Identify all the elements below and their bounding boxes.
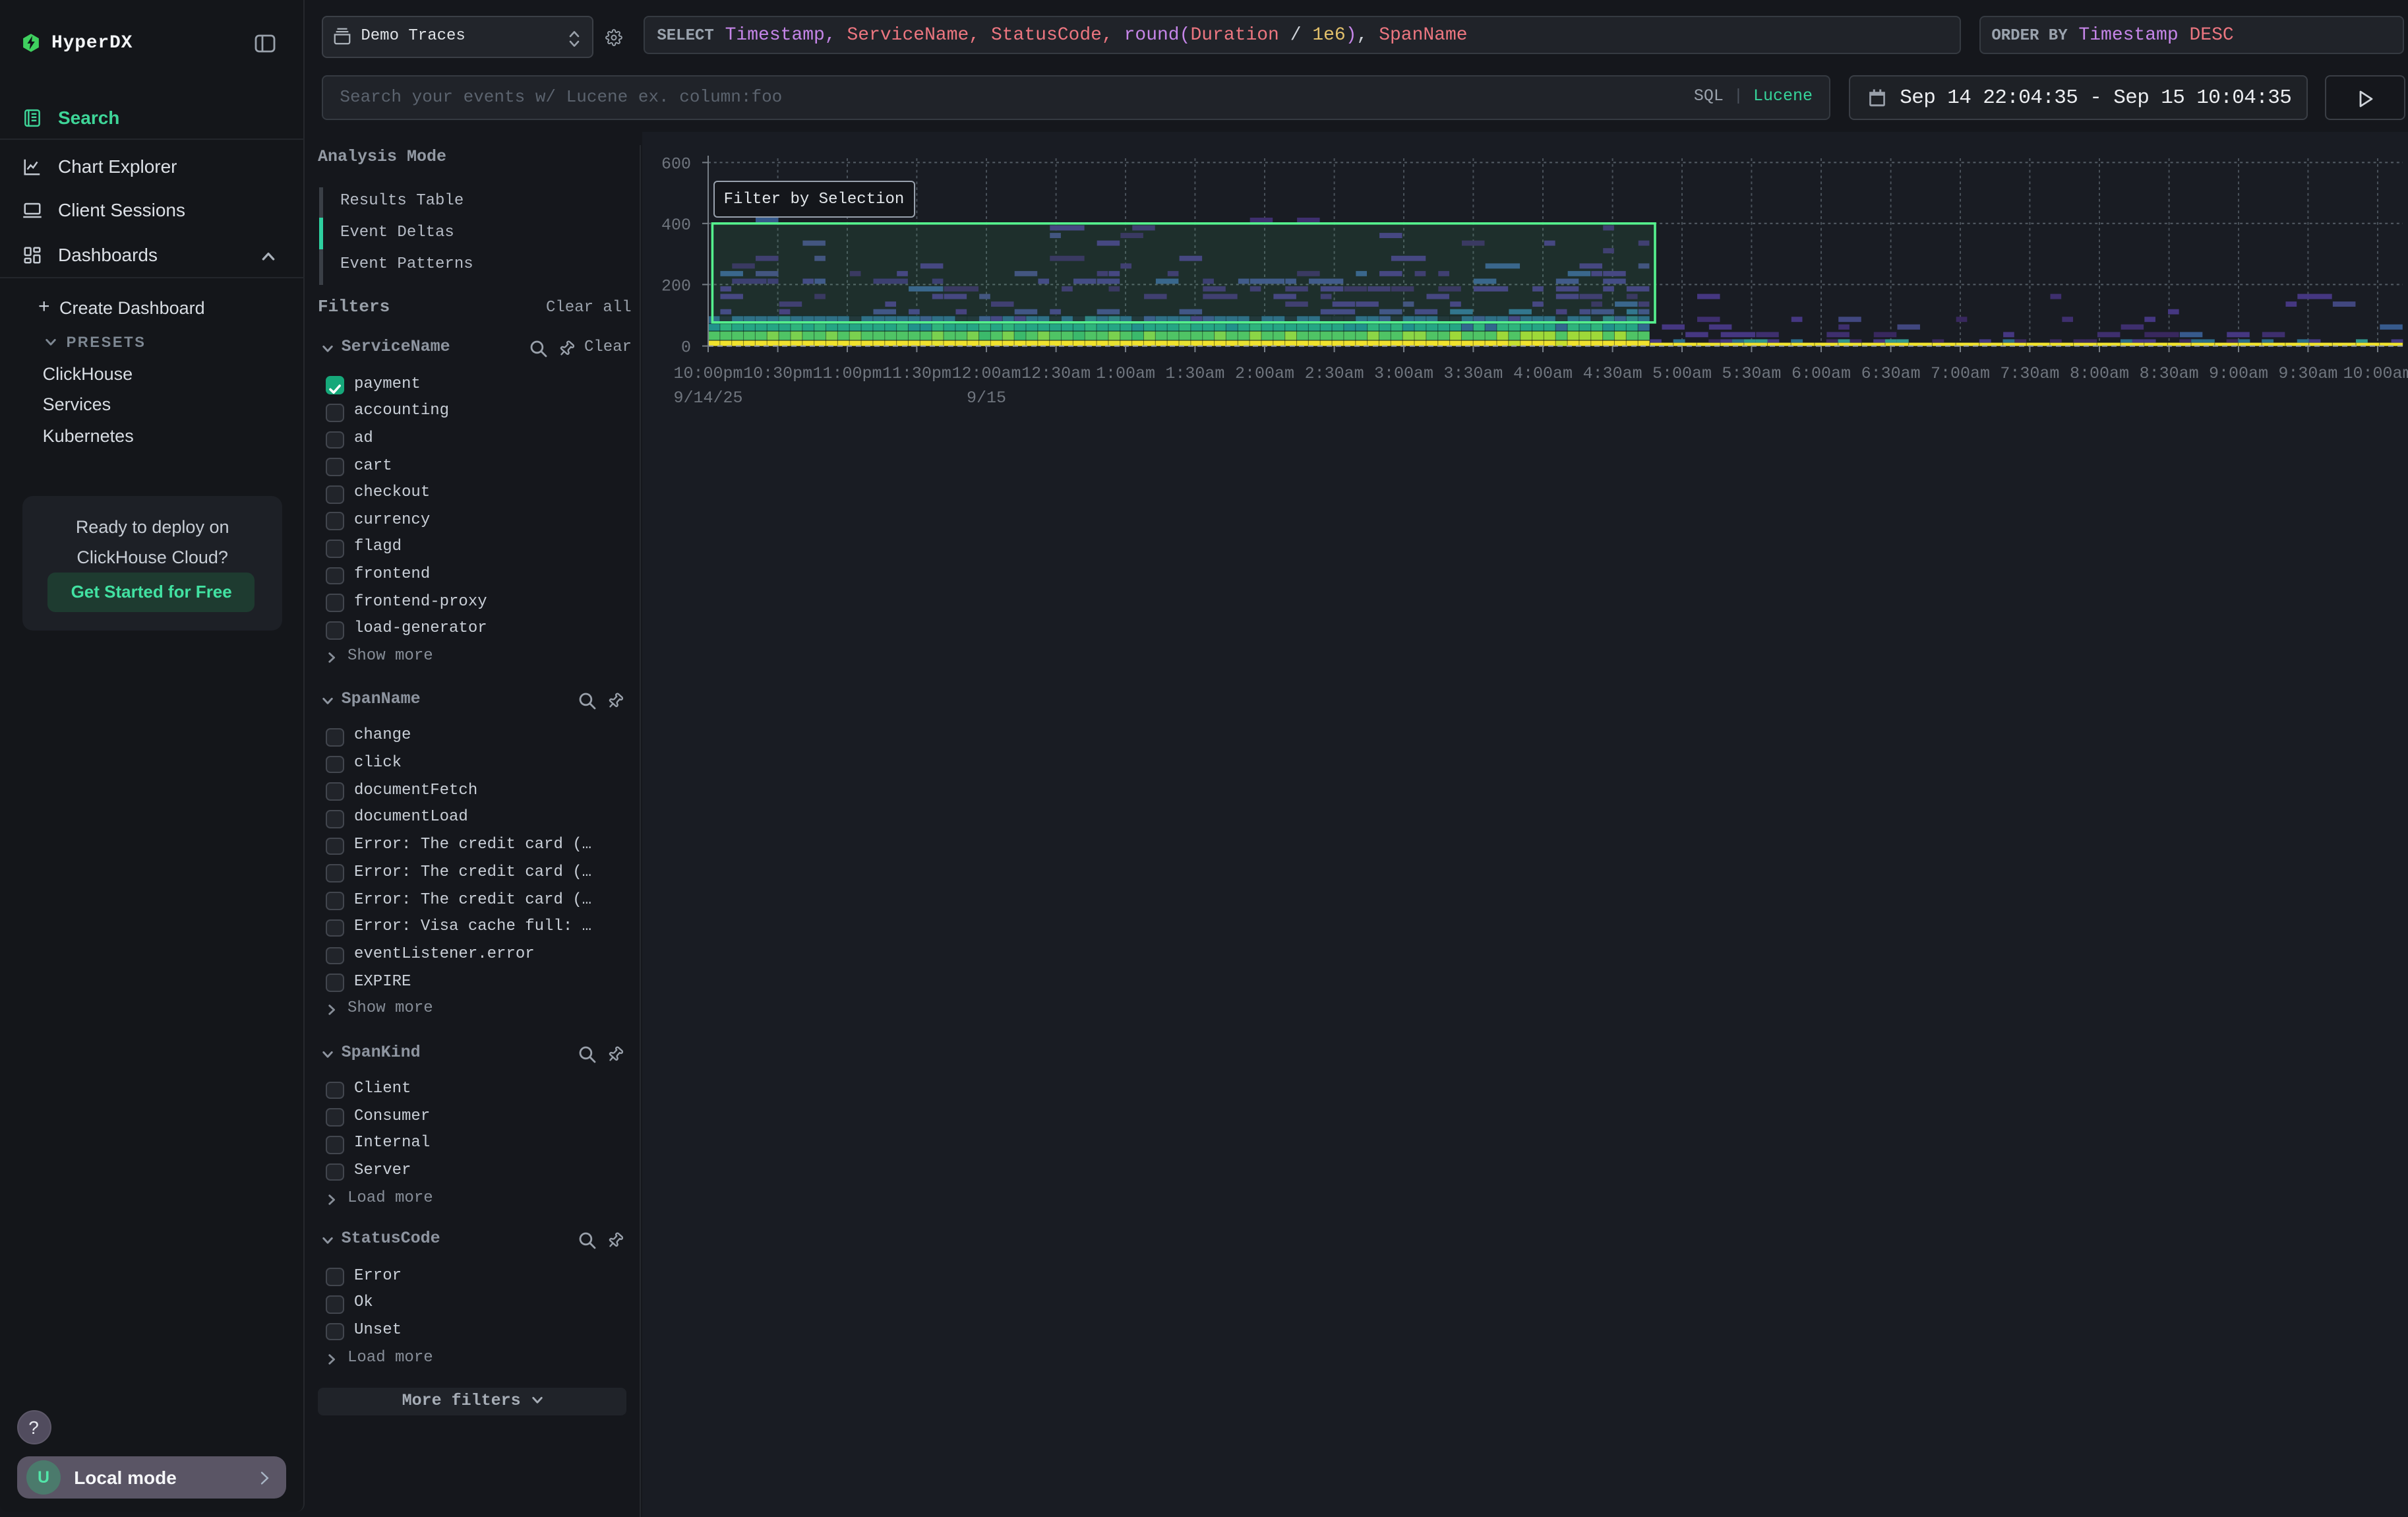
svg-text:3:30am: 3:30am [1443,364,1503,383]
svg-text:400: 400 [661,216,691,235]
svg-text:9:30am: 9:30am [2278,364,2337,383]
svg-text:9:00am: 9:00am [2209,364,2268,383]
svg-text:1:00am: 1:00am [1096,364,1155,383]
svg-text:6:00am: 6:00am [1791,364,1851,383]
svg-text:2:30am: 2:30am [1305,364,1364,383]
svg-text:0: 0 [681,338,691,357]
svg-text:11:30pm: 11:30pm [882,364,951,383]
svg-text:200: 200 [661,276,691,295]
svg-text:12:30am: 12:30am [1021,364,1091,383]
svg-text:10:00pm: 10:00pm [673,364,742,383]
svg-text:4:30am: 4:30am [1583,364,1642,383]
svg-text:10:30pm: 10:30pm [743,364,812,383]
svg-text:8:00am: 8:00am [2070,364,2129,383]
svg-text:8:30am: 8:30am [2140,364,2199,383]
svg-text:6:30am: 6:30am [1861,364,1921,383]
svg-text:5:00am: 5:00am [1652,364,1712,383]
svg-text:2:00am: 2:00am [1235,364,1294,383]
svg-text:5:30am: 5:30am [1722,364,1781,383]
svg-text:1:30am: 1:30am [1165,364,1224,383]
svg-text:600: 600 [661,154,691,173]
svg-text:11:00pm: 11:00pm [812,364,882,383]
svg-text:7:00am: 7:00am [1931,364,1990,383]
svg-text:9/14/25: 9/14/25 [673,388,742,408]
svg-text:10:00am: 10:00am [2343,364,2408,383]
svg-text:4:00am: 4:00am [1513,364,1573,383]
svg-text:9/15: 9/15 [967,388,1006,408]
svg-text:12:00am: 12:00am [951,364,1021,383]
svg-text:3:00am: 3:00am [1374,364,1433,383]
svg-text:7:30am: 7:30am [2000,364,2059,383]
